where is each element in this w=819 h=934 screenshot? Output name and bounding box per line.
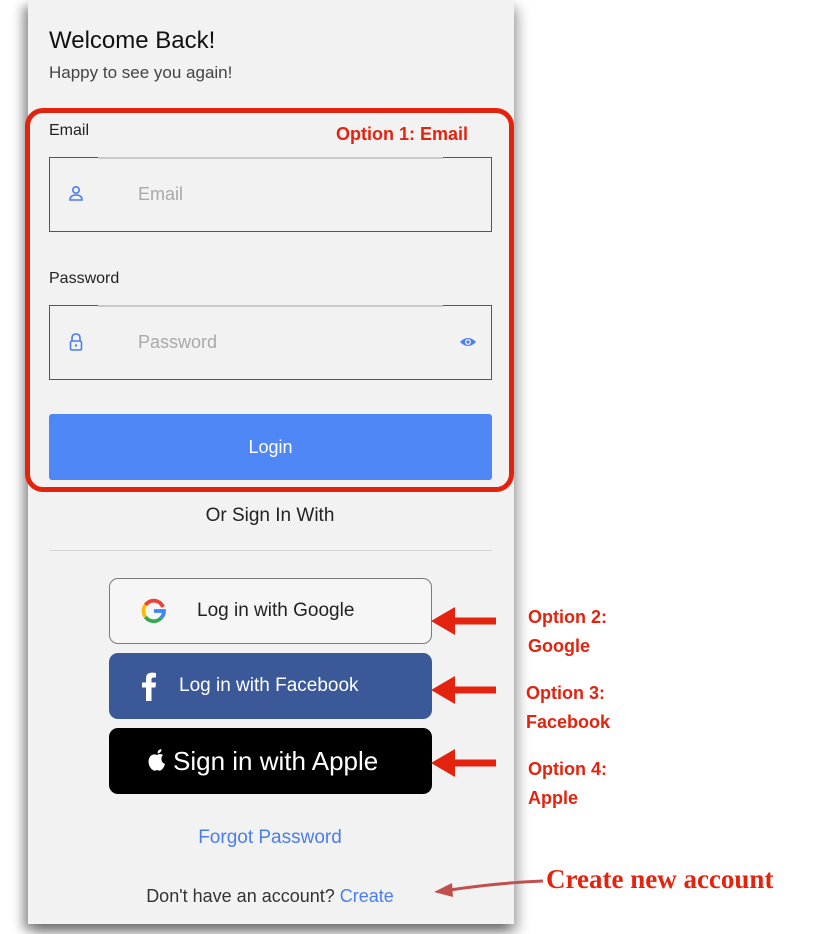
- apple-option-annotation: Option 4: Apple: [528, 755, 607, 813]
- facebook-option-annotation: Option 3: Facebook: [526, 679, 610, 737]
- apple-option-line2: Apple: [528, 788, 579, 808]
- facebook-option-line2: Facebook: [526, 712, 611, 732]
- facebook-option-line1: Option 3:: [526, 683, 605, 703]
- google-option-line2: Google: [528, 636, 590, 656]
- apple-option-line1: Option 4:: [528, 759, 607, 779]
- google-arrow: [431, 607, 496, 635]
- google-option-line1: Option 2:: [528, 607, 607, 627]
- facebook-arrow: [431, 676, 496, 704]
- create-account-annotation: Create new account: [546, 864, 774, 894]
- create-account-arrow: [434, 879, 544, 897]
- apple-arrow: [431, 749, 496, 777]
- annotation-arrows: [431, 607, 544, 897]
- google-option-annotation: Option 2: Google: [528, 603, 607, 661]
